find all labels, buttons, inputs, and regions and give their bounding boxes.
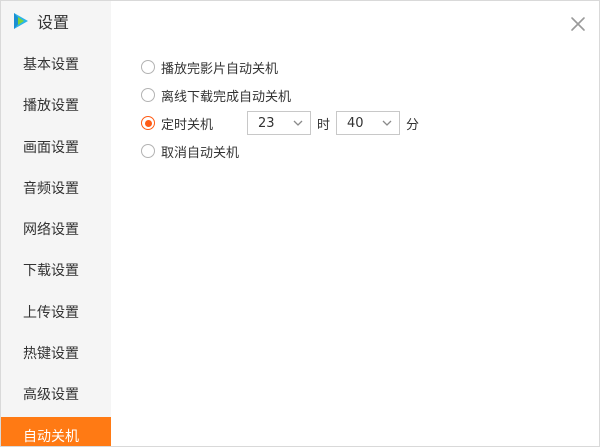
chevron-down-icon [382,120,392,126]
sidebar-item-picture[interactable]: 画面设置 [1,128,111,169]
hour-unit: 时 [317,117,331,133]
sidebar-item-audio[interactable]: 音频设置 [1,169,111,210]
radio-after-offline-download[interactable] [141,88,155,102]
sidebar-item-network[interactable]: 网络设置 [1,210,111,251]
hour-value: 23 [258,115,275,131]
option-label[interactable]: 离线下载完成自动关机 [161,86,291,105]
sidebar: 设置 基本设置 播放设置 画面设置 音频设置 网络设置 下载设置 上传设置 热键… [1,1,111,446]
sidebar-item-upload[interactable]: 上传设置 [1,293,111,334]
close-icon[interactable] [569,15,587,33]
radio-scheduled-shutdown[interactable] [141,116,155,130]
window-title: 设置 [37,13,70,32]
radio-cancel-auto-shutdown[interactable] [141,144,155,158]
title-bar: 设置 [1,1,69,41]
minute-value: 40 [347,115,364,131]
sidebar-item-advanced[interactable]: 高级设置 [1,375,111,416]
sidebar-nav: 基本设置 播放设置 画面设置 音频设置 网络设置 下载设置 上传设置 热键设置 … [1,45,111,446]
chevron-down-icon [293,120,303,126]
option-after-offline-download: 离线下载完成自动关机 [141,81,425,109]
sidebar-item-basic[interactable]: 基本设置 [1,45,111,86]
settings-window: 设置 基本设置 播放设置 画面设置 音频设置 网络设置 下载设置 上传设置 热键… [0,0,600,447]
option-label[interactable]: 播放完影片自动关机 [161,58,278,77]
option-label[interactable]: 取消自动关机 [161,142,239,161]
auto-shutdown-panel: 播放完影片自动关机 离线下载完成自动关机 定时关机 23 时 40 分 取消自动… [141,53,425,165]
option-cancel-auto-shutdown: 取消自动关机 [141,137,425,165]
play-logo-icon [14,13,28,29]
sidebar-item-playback[interactable]: 播放设置 [1,86,111,127]
radio-after-playback[interactable] [141,60,155,74]
sidebar-item-hotkey[interactable]: 热键设置 [1,334,111,375]
option-after-playback: 播放完影片自动关机 [141,53,425,81]
option-scheduled-shutdown: 定时关机 23 时 40 分 [141,109,425,137]
sidebar-item-download[interactable]: 下载设置 [1,251,111,292]
option-label[interactable]: 定时关机 [161,114,247,133]
minute-unit: 分 [406,117,420,133]
hour-select[interactable]: 23 [247,111,311,135]
minute-select[interactable]: 40 [336,111,401,135]
sidebar-item-auto-shutdown[interactable]: 自动关机 [1,416,111,446]
